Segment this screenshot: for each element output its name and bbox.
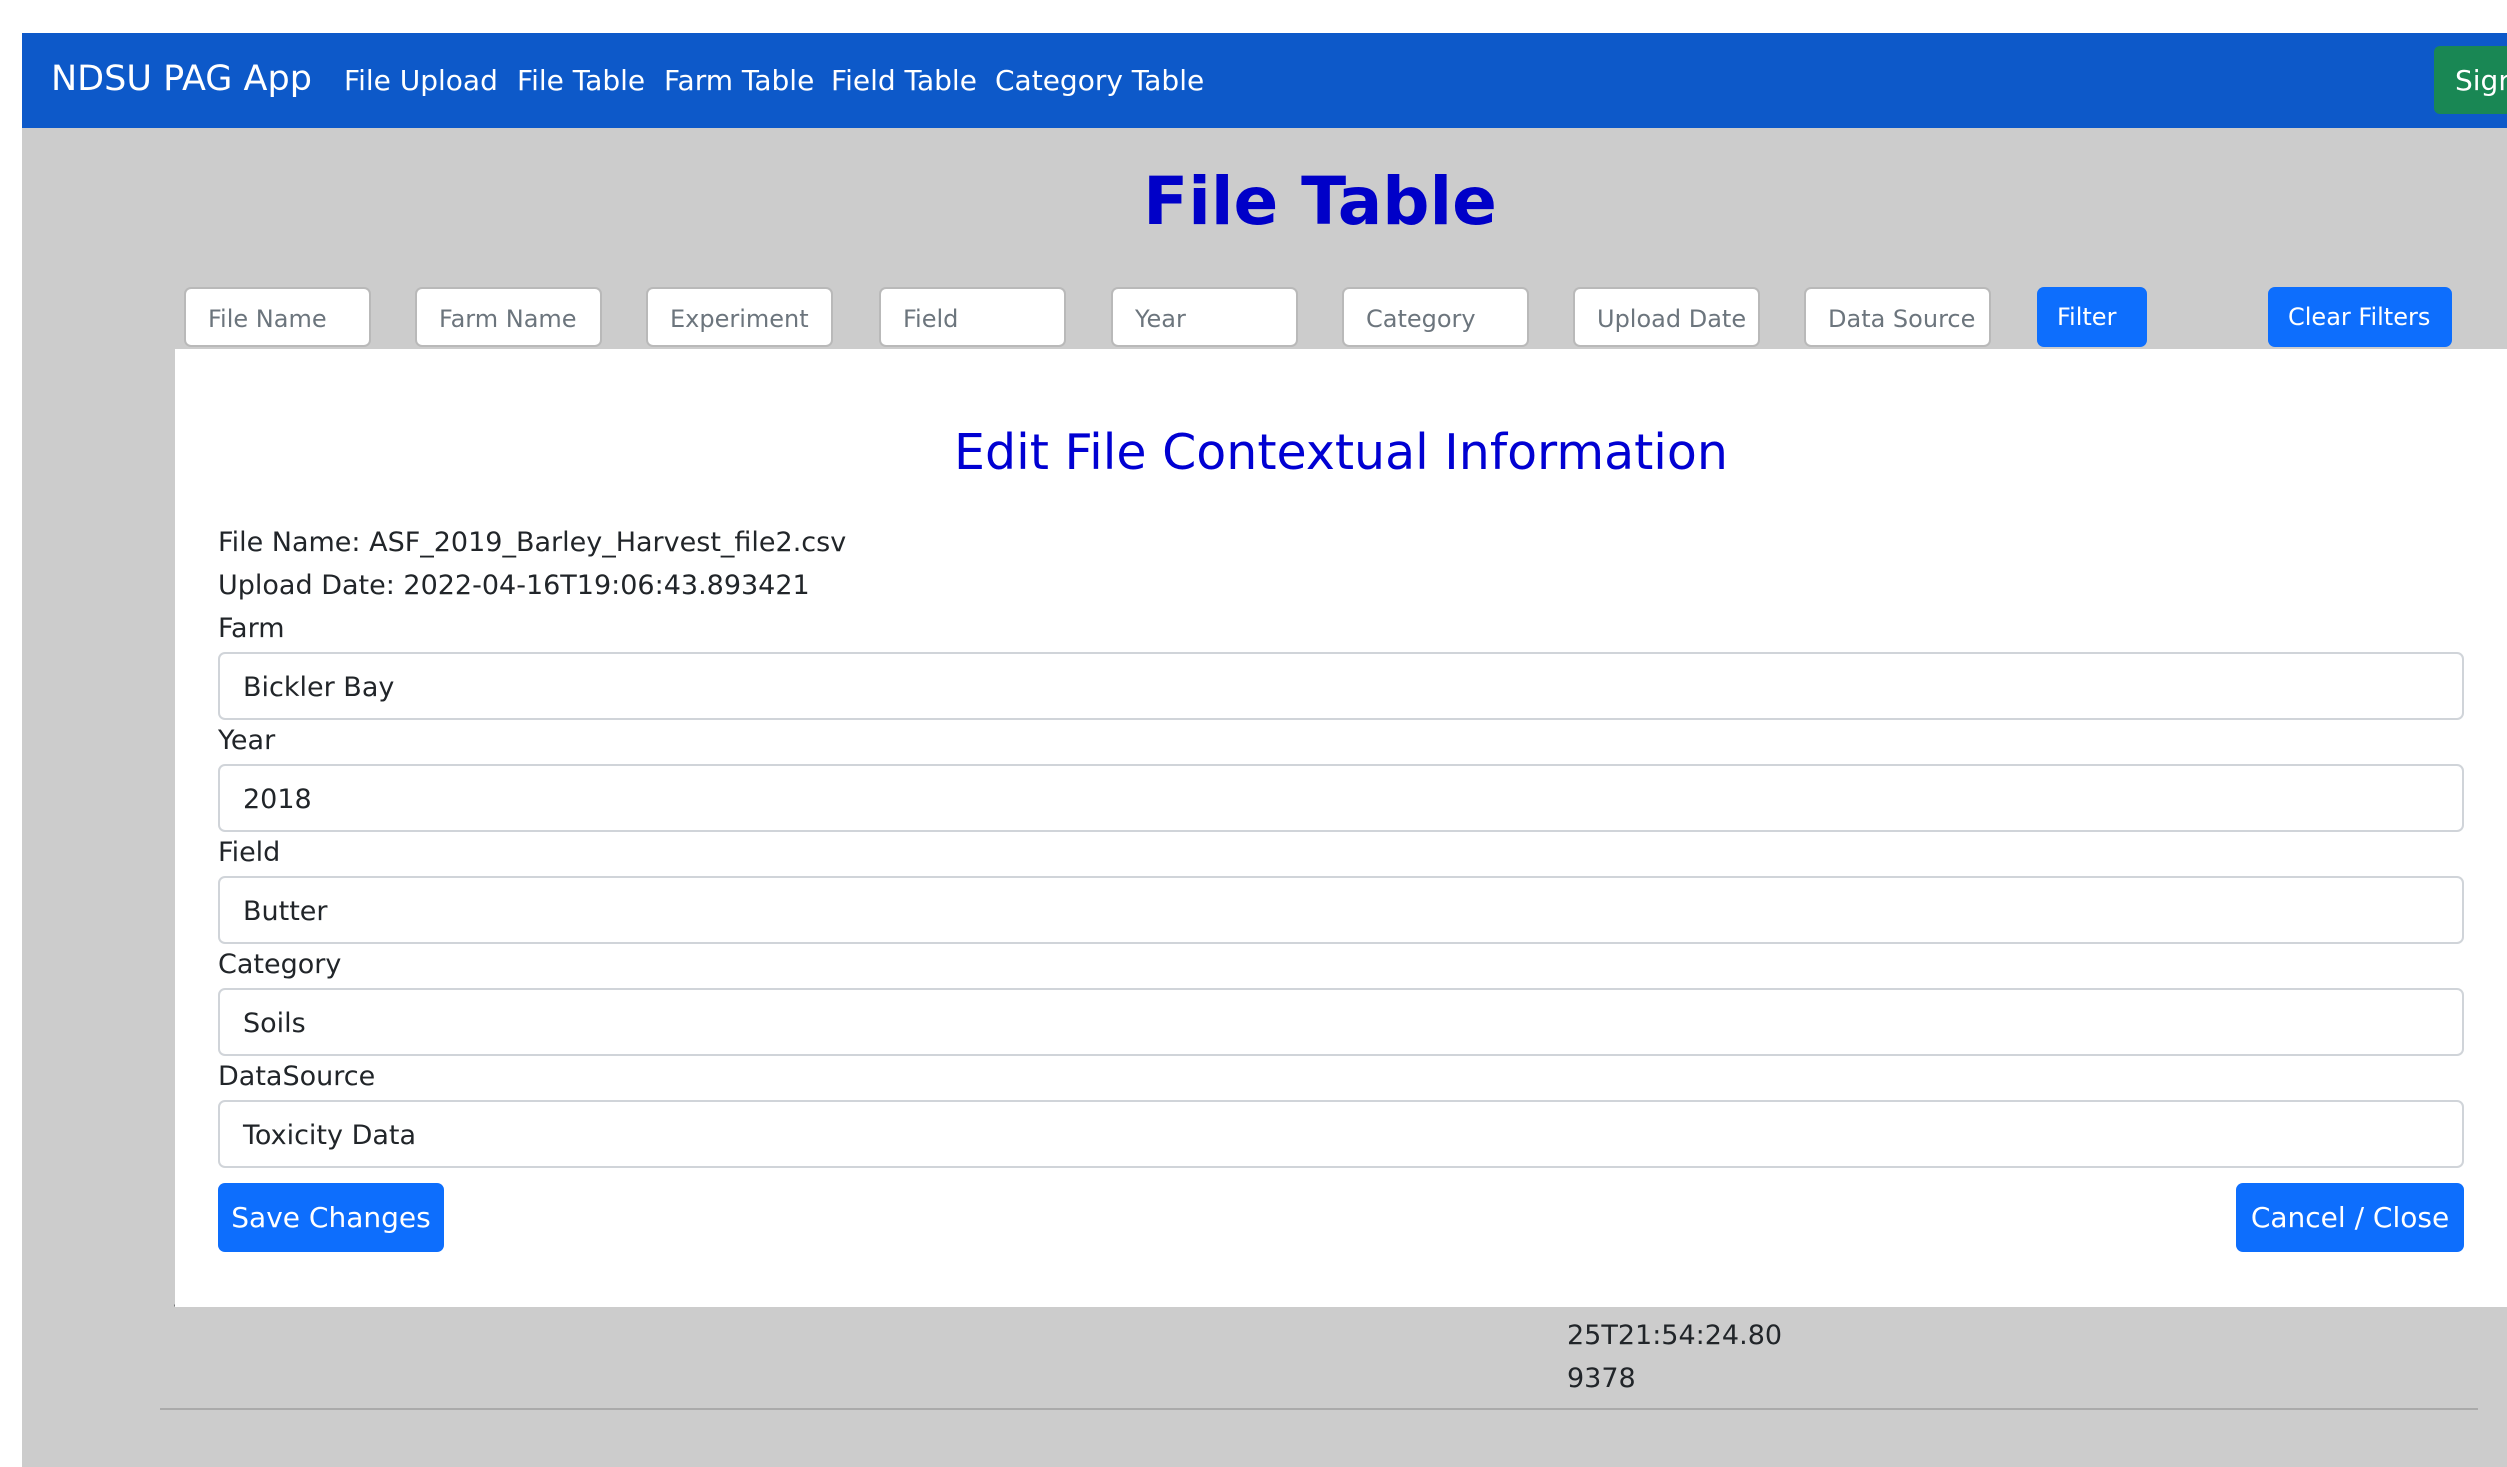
nav-file-table[interactable]: File Table [517,64,645,97]
field-input[interactable]: Butter [218,876,2464,944]
clear-filters-button[interactable]: Clear Filters [2268,287,2452,347]
modal-title: Edit File Contextual Information [954,424,1728,481]
app-page: NDSU PAG App File Upload File Table Farm… [22,33,2507,1467]
save-changes-button[interactable]: Save Changes [218,1183,444,1252]
datasource-label: DataSource [218,1061,376,1092]
cancel-close-button[interactable]: Cancel / Close [2236,1183,2464,1252]
nav-farm-table[interactable]: Farm Table [664,64,814,97]
filter-category-input[interactable]: Category [1342,287,1529,347]
brand-link[interactable]: NDSU PAG App [51,59,312,99]
page-title: File Table [1143,163,1497,240]
top-navbar: NDSU PAG App File Upload File Table Farm… [22,33,2507,128]
year-input[interactable]: 2018 [218,764,2464,832]
farm-input[interactable]: Bickler Bay [218,652,2464,720]
upload-date-info: Upload Date: 2022-04-16T19:06:43.893421 [218,570,810,601]
category-label: Category [218,949,342,980]
farm-label: Farm [218,613,285,644]
filter-year-input[interactable]: Year [1111,287,1298,347]
row-divider [160,1408,2478,1410]
filter-experiment-input[interactable]: Experiment [646,287,833,347]
filter-button[interactable]: Filter [2037,287,2147,347]
year-label: Year [218,725,276,756]
sign-out-button[interactable]: Sign Out [2434,46,2507,114]
nav-field-table[interactable]: Field Table [831,64,977,97]
datasource-input[interactable]: Toxicity Data [218,1100,2464,1168]
field-label: Field [218,837,281,868]
category-input[interactable]: Soils [218,988,2464,1056]
filter-farm-name-input[interactable]: Farm Name [415,287,602,347]
file-name-info: File Name: ASF_2019_Barley_Harvest_file2… [218,527,847,558]
filter-file-name-input[interactable]: File Name [184,287,371,347]
filter-field-input[interactable]: Field [879,287,1066,347]
filter-data-source-input[interactable]: Data Source [1804,287,1991,347]
edit-file-modal: Edit File Contextual Information File Na… [175,349,2507,1307]
nav-file-upload[interactable]: File Upload [344,64,498,97]
filter-upload-date-input[interactable]: Upload Date [1573,287,1760,347]
nav-category-table[interactable]: Category Table [995,64,1204,97]
